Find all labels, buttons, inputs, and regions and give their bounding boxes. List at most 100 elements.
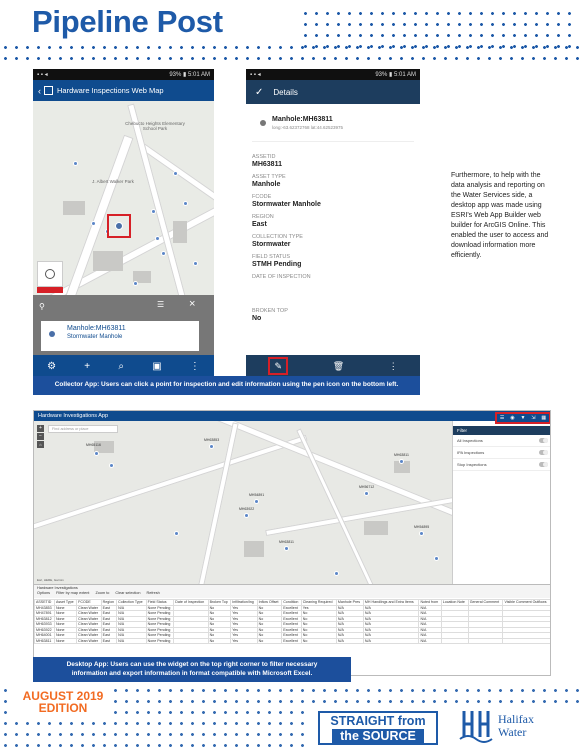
field-region[interactable]: REGION East [252, 214, 414, 228]
column-header[interactable]: MH Handlings and Extra Items [362, 599, 420, 606]
map-point[interactable] [244, 513, 249, 518]
selected-point[interactable] [115, 222, 123, 230]
check-icon[interactable]: ✓ [255, 87, 263, 98]
logo-line2: Water [498, 725, 527, 739]
table-cell: None Pending [145, 626, 175, 633]
column-header[interactable]: Date of Inspection [173, 599, 209, 606]
home-button[interactable]: ⌂ [37, 441, 44, 448]
column-header[interactable]: Location Note [440, 599, 469, 606]
list-icon[interactable]: ☰ [500, 415, 504, 421]
table-cell: None [53, 637, 78, 644]
map-point[interactable] [419, 531, 424, 536]
header-dot-pattern-lower [0, 42, 584, 64]
map-point[interactable] [151, 209, 156, 214]
field-field-status[interactable]: FIELD STATUS STMH Pending [252, 254, 414, 268]
zoom-to-button[interactable]: Zoom to [95, 591, 109, 595]
map-point[interactable] [284, 546, 289, 551]
column-header[interactable]: Inflow Offset [256, 599, 283, 606]
back-arrow-icon[interactable]: ‹ [38, 86, 41, 96]
field-assetid[interactable]: ASSETID MH63811 [252, 154, 414, 168]
map-point[interactable] [254, 499, 259, 504]
field-date-of-inspection[interactable]: DATE OF INSPECTION [252, 274, 414, 302]
map-point[interactable] [434, 556, 439, 561]
settings-icon[interactable]: ⚙ [47, 361, 56, 372]
map-point[interactable] [133, 281, 138, 286]
table-cell: MH63811 [34, 637, 55, 644]
filter-row[interactable]: Stop Inspections [453, 459, 550, 471]
caption-desktop: Desktop App: Users can use the widget on… [33, 657, 351, 682]
map-point[interactable] [183, 201, 188, 206]
field-broken-top[interactable]: BROKEN TOP No [252, 308, 414, 322]
table-cell: None Pending [145, 615, 175, 622]
map-point[interactable] [364, 491, 369, 496]
status-bar: ▪ ▪ ◂ 93% ▮ 5:01 AM [246, 69, 420, 80]
layers-icon[interactable]: ▣ [152, 361, 161, 372]
map-point[interactable] [174, 531, 179, 536]
filter-toggle[interactable] [539, 462, 548, 467]
column-header[interactable]: Broken Top [207, 599, 232, 606]
table-icon[interactable]: ▦ [541, 415, 546, 421]
column-header[interactable]: General Comment [467, 599, 504, 606]
column-header[interactable]: Cleaning Required [300, 599, 337, 606]
search-box[interactable]: Find address or place [48, 425, 118, 433]
map-point[interactable] [94, 451, 99, 456]
more-icon[interactable]: ⋮ [190, 361, 200, 372]
table-cell: Clean Water [76, 632, 102, 639]
map-view[interactable]: MH65116 MH63853 MH54891 MH63922 MH63811 … [34, 421, 452, 584]
map-point[interactable] [155, 236, 160, 241]
delete-icon[interactable]: 🗑 [333, 361, 344, 372]
refresh-button[interactable]: Refresh [147, 591, 160, 595]
options-button[interactable]: Options [37, 591, 50, 595]
close-icon[interactable]: × [189, 298, 195, 310]
item-title: Manhole:MH63811 [272, 116, 333, 123]
layers-icon[interactable]: ◉ [510, 415, 514, 421]
column-header[interactable]: Asset Type [53, 599, 78, 606]
filter-row[interactable]: All Inspections [453, 435, 550, 447]
filter-title: Filter [457, 428, 467, 433]
column-header[interactable]: Manhole Pres [335, 599, 364, 606]
map-point[interactable] [91, 221, 96, 226]
zoom-out-button[interactable]: − [37, 433, 44, 440]
column-header[interactable]: Condition [281, 599, 302, 606]
filter-icon[interactable]: ▼ [520, 415, 525, 421]
map-point[interactable] [73, 161, 78, 166]
filter-row[interactable]: IPA Inspections [453, 447, 550, 459]
map-label: Chebucto Heights Elementary School Park [125, 121, 185, 131]
column-header[interactable]: Collection Type [116, 599, 147, 606]
field-collection-type[interactable]: COLLECTION TYPE Stormwater [252, 234, 414, 248]
zoom-in-button[interactable]: + [37, 425, 44, 432]
locate-button[interactable] [37, 261, 63, 287]
column-header[interactable]: Infiltration/Ing [230, 599, 258, 606]
map-point[interactable] [193, 261, 198, 266]
straight-from-the-source-logo: STRAIGHT from the SOURCE [318, 711, 438, 745]
column-header[interactable]: Noted from [418, 599, 442, 606]
edit-pen-button[interactable]: ✎ [268, 357, 289, 375]
map-point[interactable] [109, 463, 114, 468]
clear-selection-button[interactable]: Clear selection [115, 591, 140, 595]
filter-toggle[interactable] [539, 450, 548, 455]
more-icon[interactable]: ⋮ [389, 361, 398, 372]
map-point[interactable] [334, 571, 339, 576]
search-icon[interactable]: ⌕ [118, 361, 124, 372]
map-point[interactable] [209, 444, 214, 449]
table-cell: N/A [418, 637, 442, 644]
map-point[interactable] [161, 251, 166, 256]
export-icon[interactable]: ⇲ [531, 415, 535, 421]
table-tools: Options Filter by map extent Zoom to Cle… [37, 591, 549, 595]
column-header[interactable]: Visible Comment Outflows [502, 599, 550, 606]
table-row[interactable]: MH63811 None Clean Water East N/A None Pendin… [34, 637, 550, 644]
filter-toggle[interactable] [539, 438, 548, 443]
bottom-toolbar: ⚙ + ⌕ ▣ ⋮ [33, 355, 214, 377]
map-view[interactable]: Chebucto Heights Elementary School Park … [33, 101, 214, 311]
add-icon[interactable]: + [84, 361, 90, 372]
table-cell: None Pending [145, 604, 175, 611]
list-icon[interactable]: ☰ [157, 300, 164, 309]
popup-card[interactable]: Manhole:MH63811 Stormwater Manhole [41, 321, 199, 351]
map-point[interactable] [173, 171, 178, 176]
map-point[interactable] [399, 459, 404, 464]
pin-icon: ⚲ [39, 302, 45, 311]
field-fcode[interactable]: FCODE Stormwater Manhole [252, 194, 414, 208]
filter-extent-button[interactable]: Filter by map extent [56, 591, 89, 595]
field-asset-type[interactable]: ASSET TYPE Manhole [252, 174, 414, 188]
table-cell: MH63812 [34, 615, 55, 622]
